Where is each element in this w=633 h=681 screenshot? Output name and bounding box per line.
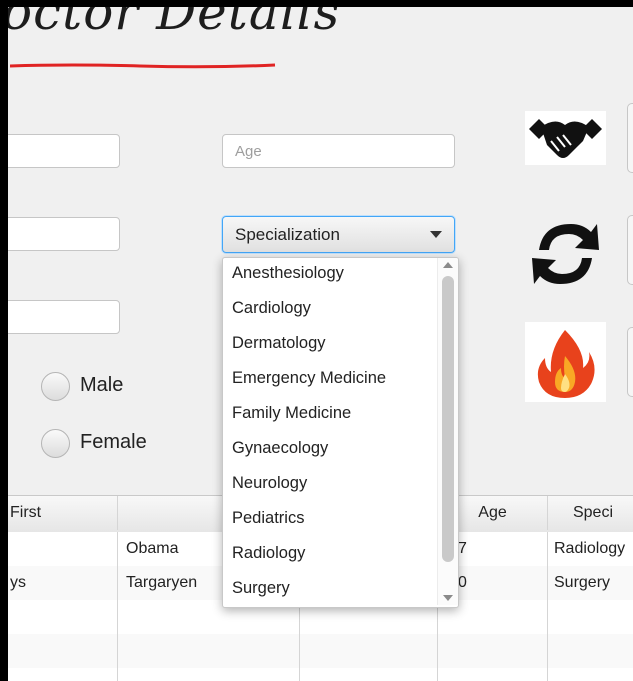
- refresh-icon[interactable]: [525, 214, 606, 294]
- cell-empty: [300, 668, 438, 681]
- cell-empty: [8, 668, 118, 681]
- cell-empty: [438, 634, 548, 668]
- male-radio[interactable]: [41, 372, 70, 401]
- cell-specialization: Radiology: [554, 540, 626, 557]
- option-dermatology[interactable]: Dermatology: [223, 328, 433, 363]
- option-surgery[interactable]: Surgery: [223, 573, 433, 607]
- female-label: Female: [80, 431, 147, 453]
- specialization-dropdown-list[interactable]: Anesthesiology Cardiology Dermatology Em…: [222, 257, 459, 608]
- scrollbar-thumb[interactable]: [442, 276, 454, 562]
- option-pediatrics[interactable]: Pediatrics: [223, 503, 433, 538]
- handshake-icon[interactable]: [525, 111, 606, 165]
- doctor-details-window: octor Details Specialization Male Female: [8, 7, 633, 681]
- cell-first: [8, 532, 118, 566]
- scroll-up-icon[interactable]: [443, 262, 453, 268]
- first-name-field[interactable]: [8, 134, 120, 168]
- cell-empty: [118, 668, 300, 681]
- cell-empty: [300, 634, 438, 668]
- dropdown-scrollbar[interactable]: [437, 258, 458, 605]
- page-title: octor Details: [8, 7, 341, 41]
- chevron-down-icon[interactable]: [430, 231, 442, 238]
- option-family-medicine[interactable]: Family Medicine: [223, 398, 433, 433]
- table-row-empty: [8, 668, 633, 681]
- cell-empty: [8, 600, 118, 634]
- table-row-empty: [8, 634, 633, 669]
- male-label: Male: [80, 374, 124, 396]
- cell-empty: [8, 634, 118, 668]
- add-button[interactable]: [627, 103, 633, 173]
- age-field[interactable]: [222, 134, 455, 168]
- column-specialization[interactable]: Speci: [548, 496, 633, 530]
- option-anesthesiology[interactable]: Anesthesiology: [223, 258, 433, 293]
- option-neurology[interactable]: Neurology: [223, 468, 433, 503]
- delete-button[interactable]: [627, 327, 633, 397]
- cell-first: ys: [8, 566, 118, 600]
- option-cardiology[interactable]: Cardiology: [223, 293, 433, 328]
- title-underline: [10, 63, 276, 69]
- email-field[interactable]: [8, 300, 120, 334]
- cell-specialization: Surgery: [554, 574, 611, 591]
- cell-empty: [438, 668, 548, 681]
- last-name-field[interactable]: [8, 217, 120, 251]
- option-radiology[interactable]: Radiology: [223, 538, 433, 573]
- specialization-selected: Specialization: [235, 225, 340, 244]
- specialization-combo[interactable]: Specialization: [222, 216, 455, 253]
- female-radio[interactable]: [41, 429, 70, 458]
- option-emergency-medicine[interactable]: Emergency Medicine: [223, 363, 433, 398]
- scroll-down-icon[interactable]: [443, 595, 453, 601]
- fire-icon[interactable]: [525, 322, 606, 402]
- option-gynaecology[interactable]: Gynaecology: [223, 433, 433, 468]
- update-button[interactable]: [627, 215, 633, 285]
- cell-empty: [118, 634, 300, 668]
- column-first[interactable]: First: [8, 496, 118, 530]
